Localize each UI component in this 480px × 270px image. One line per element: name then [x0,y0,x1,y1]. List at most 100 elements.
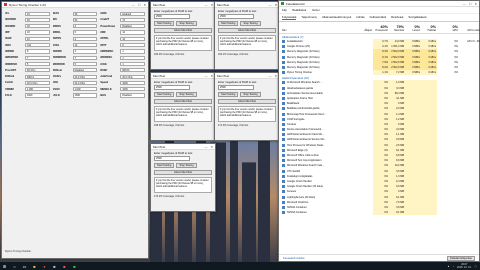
timing-label: GDM [100,12,107,16]
ram-amount-input[interactable]: 2500 [154,85,190,90]
maximize-icon[interactable]: ☐ [138,3,141,7]
clock[interactable]: 20:07 2018. 12. 21. [457,263,472,269]
ram-prompt: Enter megabytes of RAM to test: [154,10,193,13]
stop-testing-button[interactable]: Stop Testing [176,91,197,97]
timing-value: 6 [72,30,98,35]
column-label: Név [282,29,287,32]
process-icon [282,154,285,158]
timing-label: RttWr [100,68,108,72]
start-testing-button[interactable]: Start Testing [154,20,175,26]
start-icon[interactable]: ⊞ [2,264,7,269]
stop-testing-button[interactable]: Stop Testing [176,162,197,168]
chrome-icon[interactable]: ● [42,264,47,269]
close-icon[interactable]: ✕ [143,3,146,7]
timing-field: tRTP 8 [100,42,145,48]
start-testing-button[interactable]: Start Testing [218,91,239,97]
stop-testing-button[interactable]: Stop Testing [240,91,261,97]
info-text: If you find the free version useful, ple… [154,105,212,122]
column-header[interactable]: 40% Processzor [373,25,389,32]
ram-amount-input[interactable]: 2500 [218,85,254,90]
notification-icon[interactable]: ▢ [475,265,477,268]
task-manager-window[interactable]: Feladatkezelő — ☐ ✕ Fájl Beállítások Nézet… [278,0,480,262]
about-memtest-button[interactable]: About MemTest [218,27,276,33]
close-icon[interactable]: ✕ [474,2,477,6]
fewer-details-link[interactable]: Kevesebb részlet [283,256,304,260]
column-header[interactable]: GPU-motor [459,29,480,32]
menu-item[interactable]: Nézet [312,8,319,12]
column-header[interactable]: 0% Hálózat [421,25,437,32]
process-row[interactable]: NVIDIA Container 0% 9,1 MB [279,210,479,216]
timing-value: 1.360 [25,87,50,92]
ram-amount-input[interactable]: 2500 [218,14,254,19]
about-memtest-button[interactable]: About MemTest [154,27,212,33]
timing-label: CsOdt [5,81,13,85]
minimize-icon[interactable]: — [132,3,135,7]
ryzen-timing-checker-window[interactable]: Ryzen Timing Checker 1.03 — ☐ ✕ tCL 16 tRA… [1,1,149,259]
ryzen-taskbar-icon[interactable]: ■ [62,264,67,269]
timing-label: UCLK [52,94,60,97]
volume-icon[interactable]: ♪ [453,265,454,268]
tab-4[interactable]: Felhasználók [370,15,386,20]
tab-2[interactable]: Alkalmazáselőzmények [322,15,351,20]
about-memtest-button[interactable]: About MemTest [218,98,276,104]
memtest-window[interactable]: MemTest — ✕ Enter megabytes of RAM to test:… [150,143,216,212]
maximize-icon[interactable]: ☐ [469,2,472,6]
file-explorer-icon[interactable]: ■ [32,264,37,269]
timing-field: VDIMM 1.360 [5,87,50,92]
stop-testing-button[interactable]: Stop Testing [240,20,261,26]
about-memtest-button[interactable]: About MemTest [154,169,212,175]
stop-testing-button[interactable]: Stop Testing [176,20,197,26]
tab-0[interactable]: Folyamatok [282,15,297,20]
start-testing-button[interactable]: Start Testing [218,20,239,26]
memtest-window[interactable]: MemTest — ✕ Enter megabytes of RAM to test:… [214,1,280,70]
process-name-text: Microsoft Text Input Application [287,159,322,163]
process-row[interactable]: Ryzen Timing Checker 1,1% 7,2 MB 0 MB/s 0 Mb… [279,70,479,76]
minimize-icon[interactable]: — [268,3,271,7]
close-icon[interactable]: ✕ [210,145,213,149]
process-name-text: Memory Diagnostic (32 bites) [287,50,320,54]
about-memtest-button[interactable]: About MemTest [154,98,212,104]
memtest-window[interactable]: MemTest — ✕ Enter megabytes of RAM to test:… [214,72,280,141]
column-header[interactable]: 79% Memória [389,25,405,32]
minimize-icon[interactable]: — [268,74,271,78]
tab-1[interactable]: Teljesítmény [301,15,317,20]
tab-6[interactable]: Szolgáltatások [408,15,426,20]
timing-label: tRRDL [52,31,61,35]
minimize-icon[interactable]: — [204,145,207,149]
minimize-icon[interactable]: — [204,74,207,78]
search-icon[interactable]: ○ [12,264,17,269]
ram-amount-input[interactable]: 2500 [154,14,190,19]
process-name-text: Microsoft Office Click-to-Run [287,154,319,158]
tab-5[interactable]: Részletek [391,15,403,20]
start-testing-button[interactable]: Start Testing [154,91,175,97]
end-task-button[interactable]: Feladat befejezése [447,255,475,261]
memtest-window[interactable]: MemTest — ✕ Enter megabytes of RAM to test:… [150,1,216,70]
close-icon[interactable]: ✕ [210,74,213,78]
minimize-icon[interactable]: — [204,3,207,7]
close-icon[interactable]: ✕ [210,3,213,7]
system-tray: ▲ ♪ 20:07 2018. 12. 21. ▢ [447,263,480,269]
memtest-body: Enter megabytes of RAM to test: 2500 Start… [151,8,215,58]
process-name-text: AMD External Events Service Mo... [287,138,327,142]
close-icon[interactable]: ✕ [274,74,277,78]
menu-item[interactable]: Beállítások [293,8,307,12]
column-header[interactable]: Állapot [357,29,373,32]
close-icon[interactable]: ✕ [274,3,277,7]
start-testing-button[interactable]: Start Testing [154,162,175,168]
process-name-text: Alkalmazáskeret-gazda [287,86,313,90]
task-view-icon[interactable]: ▭ [22,264,27,269]
menu-item[interactable]: Fájl [282,8,287,12]
column-header[interactable]: 0% Lemez [405,25,421,32]
network-icon[interactable]: ▲ [447,265,449,268]
minimize-icon[interactable]: — [463,2,466,6]
process-name-text: Device Association Framework... [287,128,324,132]
column-header[interactable]: Név [279,29,357,32]
process-name-text: Microsoft OneDrive [287,200,309,204]
taskmgr-taskbar-icon[interactable]: ■ [72,264,77,269]
window-title: MemTest [153,2,166,7]
memtest-taskbar-icon[interactable]: ■ [52,264,57,269]
column-header[interactable]: 0% GPU [437,25,459,32]
ram-amount-input[interactable]: 2500 [154,156,190,161]
tab-3[interactable]: Indítás [356,15,364,20]
memtest-window[interactable]: MemTest — ✕ Enter megabytes of RAM to test:… [150,72,216,141]
